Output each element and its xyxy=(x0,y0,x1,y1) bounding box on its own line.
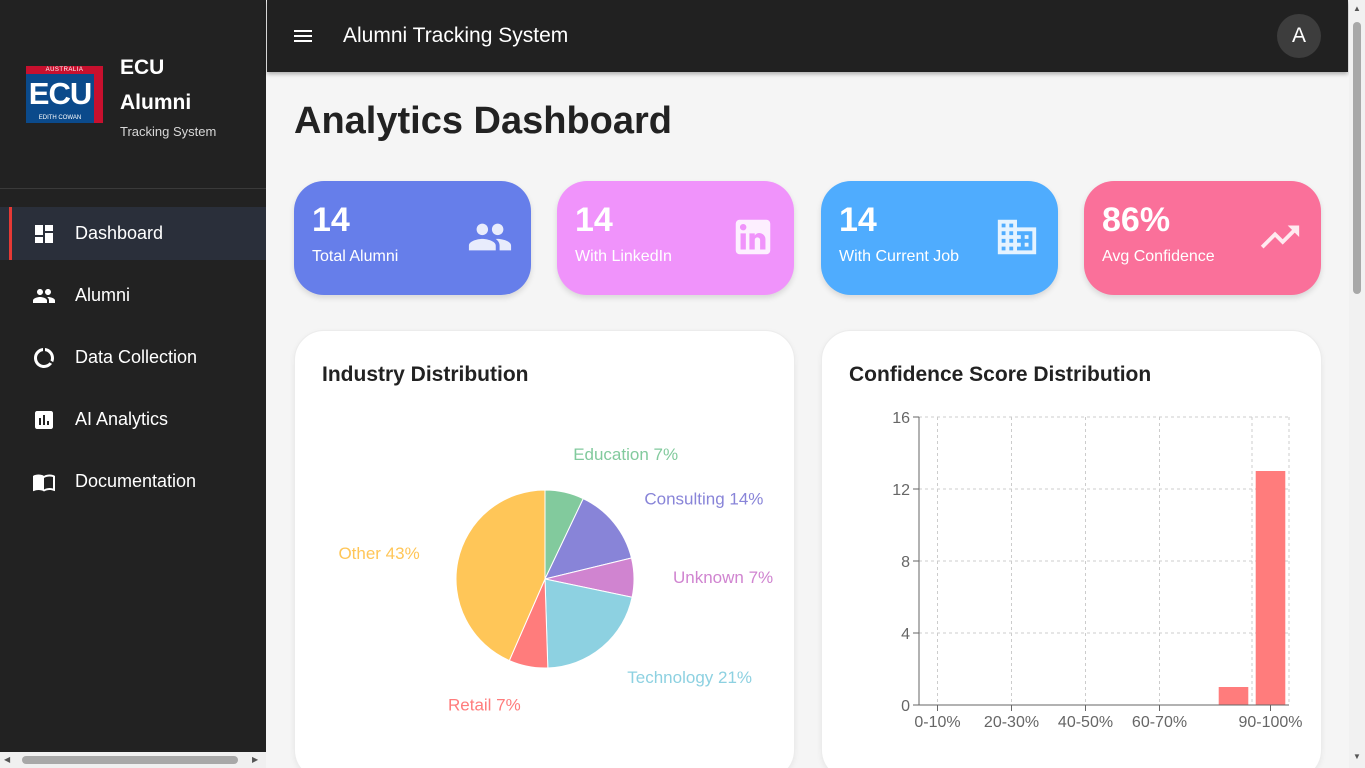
sidebar-item-data-collection[interactable]: Data Collection xyxy=(0,331,266,384)
x-tick-label: 60-70% xyxy=(1132,714,1187,731)
y-tick-label: 16 xyxy=(892,410,910,427)
pie-slice-label: Retail 7% xyxy=(448,696,521,715)
stat-value: 86% xyxy=(1102,201,1171,239)
bar[interactable] xyxy=(1218,687,1249,705)
vertical-scroll-thumb[interactable] xyxy=(1353,22,1361,294)
stat-card-avg-confidence: 86% Avg Confidence xyxy=(1084,181,1321,295)
stat-value: 14 xyxy=(839,201,877,239)
book-icon xyxy=(33,474,55,491)
menu-button[interactable] xyxy=(291,24,315,48)
business-icon xyxy=(994,214,1040,260)
industry-pie-chart: Education 7% Consulting 14% Unknown 7% Tech… xyxy=(338,445,773,715)
page-title: Analytics Dashboard xyxy=(294,100,672,142)
sidebar-nav: Dashboard Alumni Data Collection AI Anal… xyxy=(0,207,266,517)
stat-value: 14 xyxy=(575,201,613,239)
stat-label: Avg Confidence xyxy=(1102,248,1215,265)
x-tick-label: 90-100% xyxy=(1238,714,1302,731)
sidebar-item-dashboard[interactable]: Dashboard xyxy=(0,207,266,260)
pie-slice-label: Technology 21% xyxy=(627,668,752,687)
brand-title: ECU Alumni xyxy=(120,56,192,114)
ecu-logo: AUSTRALIA ECU EDITH COWAN xyxy=(26,66,103,123)
logo-mark: ECU xyxy=(26,74,94,114)
dashboard-icon xyxy=(35,224,53,243)
pie-slice-label: Education 7% xyxy=(573,445,678,464)
y-tick-label: 8 xyxy=(901,554,910,571)
stat-label: Total Alumni xyxy=(312,248,399,265)
menu-icon xyxy=(294,30,312,42)
scroll-right-icon[interactable]: ▶ xyxy=(252,755,258,764)
people-icon xyxy=(467,214,513,260)
sidebar-brand: AUSTRALIA ECU EDITH COWAN ECU Alumni Tra… xyxy=(0,0,266,189)
industry-distribution-card: Industry Distribution Education 7% Consul… xyxy=(294,330,795,768)
x-tick-label: 40-50% xyxy=(1058,714,1113,731)
sidebar-item-ai-analytics[interactable]: AI Analytics xyxy=(0,393,266,446)
stat-value: 14 xyxy=(312,201,350,239)
pie-slice-label: Other 43% xyxy=(338,544,419,563)
confidence-score-card: Confidence Score Distribution 0 4 8 12 16 0-1… xyxy=(821,330,1322,768)
app-bar: Alumni Tracking System A xyxy=(267,0,1348,72)
vertical-scrollbar[interactable]: ▲ ▼ xyxy=(1349,0,1365,768)
scroll-up-icon[interactable]: ▲ xyxy=(1353,4,1361,13)
app-title: Alumni Tracking System xyxy=(343,24,569,47)
bar[interactable] xyxy=(1255,471,1286,705)
horizontal-scrollbar[interactable]: ◀ ▶ xyxy=(0,752,266,768)
scroll-down-icon[interactable]: ▼ xyxy=(1353,752,1361,761)
data-collection-icon xyxy=(34,347,54,368)
pie-slice-label: Consulting 14% xyxy=(644,489,763,508)
stat-label: With LinkedIn xyxy=(575,248,672,265)
y-tick-label: 0 xyxy=(901,698,910,715)
user-avatar[interactable]: A xyxy=(1277,14,1321,58)
confidence-bar-chart: 0 4 8 12 16 0-10% 20-30% 40-50% 60-70% 90-100% xyxy=(892,410,1302,731)
x-tick-label: 0-10% xyxy=(914,714,960,731)
brand-subtitle: Tracking System xyxy=(120,124,217,139)
sidebar: AUSTRALIA ECU EDITH COWAN ECU Alumni Tra… xyxy=(0,0,266,768)
stat-card-with-current-job: 14 With Current Job xyxy=(821,181,1058,295)
x-tick-label: 20-30% xyxy=(984,714,1039,731)
people-icon xyxy=(33,288,55,303)
stat-card-with-linkedin: 14 With LinkedIn xyxy=(557,181,794,295)
pie-slice-label: Unknown 7% xyxy=(673,568,773,587)
trending-up-icon xyxy=(1257,214,1303,260)
stat-label: With Current Job xyxy=(839,248,960,265)
scroll-left-icon[interactable]: ◀ xyxy=(4,755,10,764)
y-tick-label: 12 xyxy=(892,482,910,499)
y-tick-label: 4 xyxy=(901,626,910,643)
analytics-icon xyxy=(35,410,53,429)
linkedin-icon xyxy=(730,214,776,260)
stat-card-total-alumni: 14 Total Alumni xyxy=(294,181,531,295)
sidebar-item-documentation[interactable]: Documentation xyxy=(0,455,266,508)
horizontal-scroll-thumb[interactable] xyxy=(22,756,238,764)
sidebar-item-alumni[interactable]: Alumni xyxy=(0,269,266,322)
